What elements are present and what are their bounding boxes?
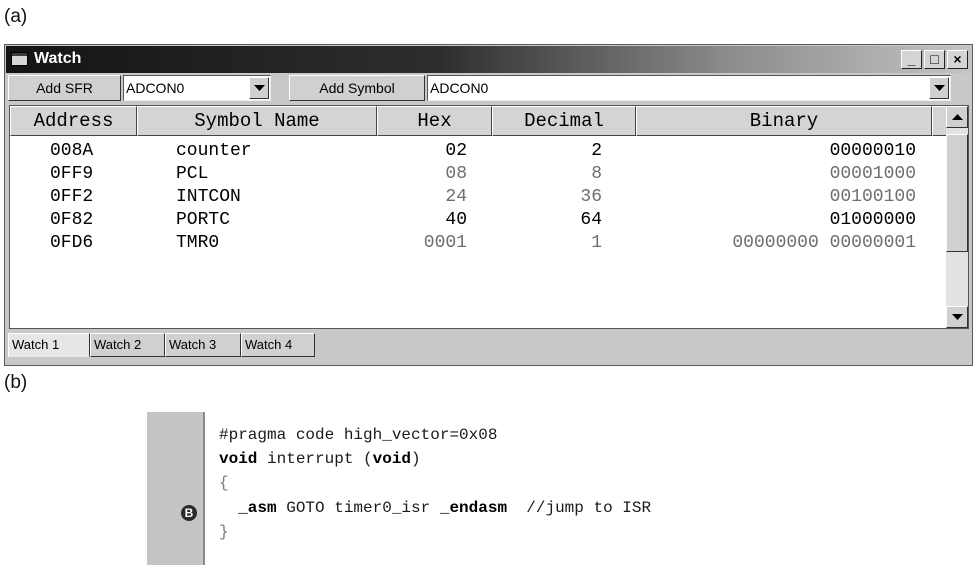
keyword: _asm bbox=[238, 499, 277, 517]
cell-symbol: counter bbox=[176, 141, 252, 161]
cell-decimal: 64 bbox=[580, 210, 602, 230]
cell-symbol: INTCON bbox=[176, 187, 241, 207]
cell-symbol: PORTC bbox=[176, 210, 231, 230]
sfr-dropdown-value: ADCON0 bbox=[126, 80, 185, 96]
cell-binary: 01000000 bbox=[829, 210, 916, 230]
cell-address: 0FF9 bbox=[50, 164, 94, 184]
cell-symbol: TMR0 bbox=[176, 233, 220, 253]
code-line-1: #pragma code high_vector=0x08 bbox=[219, 426, 498, 444]
code-line-3: { bbox=[219, 474, 229, 492]
close-button[interactable]: × bbox=[947, 50, 968, 69]
code-text: interrupt ( bbox=[257, 450, 373, 468]
cell-hex: 02 bbox=[445, 141, 467, 161]
keyword: void bbox=[372, 450, 412, 468]
keyword: _endasm bbox=[439, 499, 508, 517]
watch-grid: Address Symbol Name Hex Decimal Binary 0… bbox=[9, 105, 969, 329]
cell-hex: 24 bbox=[445, 187, 467, 207]
cell-decimal: 1 bbox=[591, 233, 602, 253]
column-header-binary[interactable]: Binary bbox=[636, 106, 932, 136]
code-line-2: void interrupt (void) bbox=[219, 450, 421, 468]
add-symbol-button[interactable]: Add Symbol bbox=[289, 75, 425, 101]
scrollbar-thumb[interactable] bbox=[946, 134, 968, 252]
sfr-dropdown[interactable]: ADCON0 bbox=[123, 75, 271, 101]
code-text: GOTO timer0_isr bbox=[276, 499, 440, 517]
cell-address: 0FF2 bbox=[50, 187, 94, 207]
tab-watch-2[interactable]: Watch 2 bbox=[90, 333, 165, 357]
breakpoint-icon[interactable]: B bbox=[181, 505, 197, 521]
symbol-dropdown-value: ADCON0 bbox=[430, 80, 489, 96]
code-comment: //jump to ISR bbox=[507, 499, 652, 517]
code-line-4: _asm GOTO timer0_isr _endasm //jump to I… bbox=[219, 499, 651, 517]
cell-decimal: 2 bbox=[591, 141, 602, 161]
add-sfr-button[interactable]: Add SFR bbox=[8, 75, 121, 101]
code-text: ) bbox=[411, 450, 421, 468]
minimize-button[interactable]: _ bbox=[901, 50, 922, 69]
maximize-button[interactable]: □ bbox=[924, 50, 945, 69]
scroll-down-icon[interactable] bbox=[946, 306, 968, 328]
tab-watch-4[interactable]: Watch 4 bbox=[241, 333, 315, 357]
editor-gutter[interactable]: B bbox=[147, 412, 205, 565]
window-icon bbox=[11, 52, 28, 66]
window-title: Watch bbox=[34, 50, 82, 67]
column-header-hex[interactable]: Hex bbox=[377, 106, 492, 136]
cell-binary: 00000010 bbox=[829, 141, 916, 161]
column-header-decimal[interactable]: Decimal bbox=[492, 106, 636, 136]
cell-binary: 00000000 00000001 bbox=[732, 233, 916, 253]
title-bar[interactable]: Watch _ □ × bbox=[6, 46, 971, 73]
watch-window: Watch _ □ × Add SFR ADCON0 Add Symbol AD… bbox=[4, 44, 973, 366]
cell-binary: 00100100 bbox=[829, 187, 916, 207]
column-header-symbol-name[interactable]: Symbol Name bbox=[137, 106, 377, 136]
figure-label-b: (b) bbox=[4, 372, 28, 393]
cell-address: 0FD6 bbox=[50, 233, 94, 253]
cell-hex: 0001 bbox=[423, 233, 467, 253]
code-line-5: } bbox=[219, 523, 229, 541]
figure-label-a: (a) bbox=[4, 6, 28, 27]
cell-binary: 00001000 bbox=[829, 164, 916, 184]
tab-watch-1[interactable]: Watch 1 bbox=[8, 333, 90, 357]
vertical-scrollbar[interactable] bbox=[946, 106, 968, 328]
chevron-down-icon[interactable] bbox=[929, 77, 949, 99]
code-editor: B #pragma code high_vector=0x08 void int… bbox=[147, 412, 975, 565]
cell-address: 008A bbox=[50, 141, 94, 161]
column-header-address[interactable]: Address bbox=[10, 106, 137, 136]
chevron-down-icon[interactable] bbox=[249, 77, 269, 99]
cell-address: 0F82 bbox=[50, 210, 94, 230]
keyword: void bbox=[219, 450, 258, 468]
scroll-up-icon[interactable] bbox=[946, 106, 968, 128]
cell-decimal: 8 bbox=[591, 164, 602, 184]
cell-hex: 40 bbox=[445, 210, 467, 230]
tab-watch-3[interactable]: Watch 3 bbox=[165, 333, 241, 357]
cell-decimal: 36 bbox=[580, 187, 602, 207]
cell-symbol: PCL bbox=[176, 164, 209, 184]
symbol-dropdown[interactable]: ADCON0 bbox=[427, 75, 951, 101]
cell-hex: 08 bbox=[445, 164, 467, 184]
